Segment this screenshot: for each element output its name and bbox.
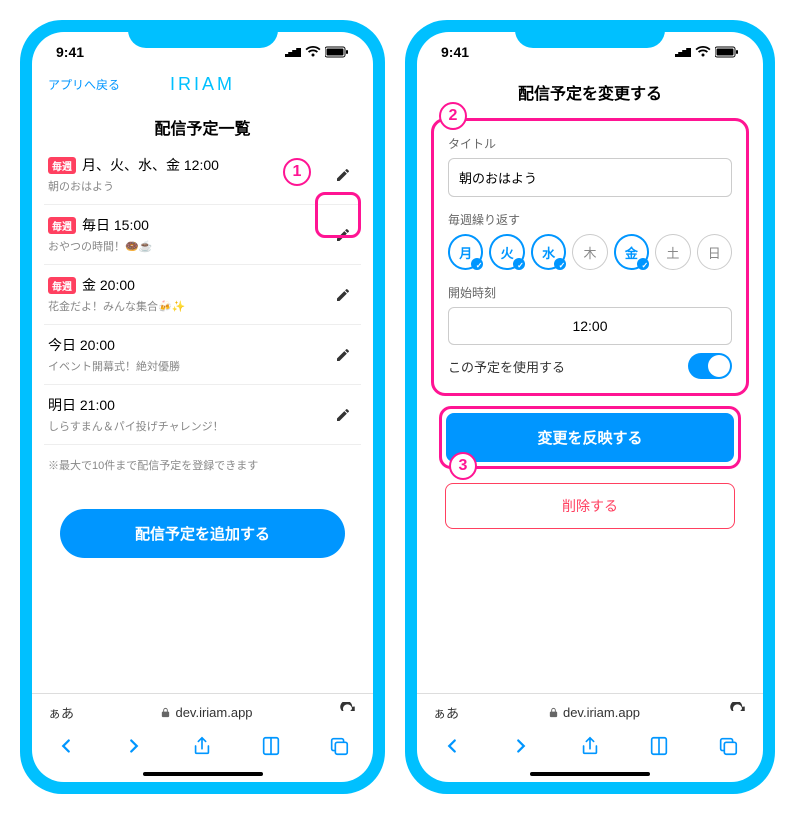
day-fri[interactable]: 金	[614, 234, 649, 270]
item-subtitle: 花金だよ！みんな集合🍻✨	[48, 298, 329, 314]
callout-3: 3	[449, 452, 477, 480]
tabs-icon[interactable]	[717, 735, 739, 762]
brand-logo: IRIAM	[170, 74, 235, 95]
submit-highlight: 変更を反映する	[439, 406, 741, 469]
edit-icon[interactable]	[329, 161, 357, 189]
url-text: dev.iriam.app	[459, 705, 729, 720]
edit-form: タイトル 朝のおはよう 毎週繰り返す 月 火 水 木 金 土 日 開始時刻 12…	[431, 118, 749, 396]
notch	[128, 20, 278, 48]
phone-left: 9:41 アプリへ戻る IRIAM 配信予定一覧 1 毎週 月、火、水、金 12…	[20, 20, 385, 794]
signal-icon	[675, 44, 691, 60]
day-mon[interactable]: 月	[448, 234, 483, 270]
day-selector: 月 火 水 木 金 土 日	[448, 234, 732, 270]
back-icon[interactable]	[441, 735, 463, 762]
list-item[interactable]: 毎週 金 20:00 花金だよ！みんな集合🍻✨	[44, 265, 361, 325]
browser-toolbar	[32, 727, 373, 768]
day-wed[interactable]: 水	[531, 234, 566, 270]
wifi-icon	[305, 46, 321, 58]
delete-button[interactable]: 削除する	[445, 483, 735, 529]
bookmarks-icon[interactable]	[260, 735, 282, 762]
lock-icon	[160, 707, 171, 718]
day-sat[interactable]: 土	[655, 234, 690, 270]
repeat-label: 毎週繰り返す	[448, 211, 732, 228]
back-link[interactable]: アプリへ戻る	[48, 76, 120, 93]
day-tue[interactable]: 火	[489, 234, 524, 270]
battery-icon	[325, 46, 349, 58]
max-note: ※最大で10件まで配信予定を登録できます	[44, 445, 361, 485]
item-subtitle: イベント開幕式！絶対優勝	[48, 358, 329, 374]
reload-icon[interactable]	[729, 702, 747, 723]
back-icon[interactable]	[55, 735, 77, 762]
item-title: 月、火、水、金 12:00	[82, 155, 219, 175]
title-label: タイトル	[448, 135, 732, 152]
home-indicator	[143, 772, 263, 776]
item-title: 明日 21:00	[48, 395, 115, 415]
battery-icon	[715, 46, 739, 58]
start-label: 開始時刻	[448, 284, 732, 301]
forward-icon[interactable]	[510, 735, 532, 762]
status-time: 9:41	[56, 44, 84, 60]
title-input[interactable]: 朝のおはよう	[448, 158, 732, 197]
text-size-icon[interactable]: ぁあ	[433, 703, 459, 722]
list-item[interactable]: 明日 21:00 しらすまん＆パイ投げチャレンジ！	[44, 385, 361, 445]
browser-toolbar	[417, 727, 763, 768]
status-time: 9:41	[441, 44, 469, 60]
day-sun[interactable]: 日	[697, 234, 732, 270]
callout-1: 1	[283, 158, 311, 186]
edit-icon[interactable]	[329, 281, 357, 309]
item-title: 今日 20:00	[48, 335, 115, 355]
share-icon[interactable]	[191, 735, 213, 762]
signal-icon	[285, 44, 301, 60]
browser-url-bar[interactable]: ぁあ dev.iriam.app	[32, 693, 373, 727]
list-item[interactable]: 毎週 月、火、水、金 12:00 朝のおはよう	[44, 145, 361, 205]
use-toggle[interactable]	[688, 353, 732, 379]
lock-icon	[548, 707, 559, 718]
item-subtitle: おやつの時間！🍩☕	[48, 238, 329, 254]
header: アプリへ戻る IRIAM	[32, 64, 373, 105]
edit-icon[interactable]	[329, 401, 357, 429]
weekly-badge: 毎週	[48, 277, 76, 294]
day-thu[interactable]: 木	[572, 234, 607, 270]
list-item[interactable]: 今日 20:00 イベント開幕式！絶対優勝	[44, 325, 361, 385]
callout-2: 2	[439, 102, 467, 130]
page-title: 配信予定を変更する	[417, 64, 763, 112]
page-title: 配信予定一覧	[32, 105, 373, 145]
url-text: dev.iriam.app	[74, 705, 339, 720]
text-size-icon[interactable]: ぁあ	[48, 703, 74, 722]
notch	[515, 20, 665, 48]
tabs-icon[interactable]	[328, 735, 350, 762]
edit-icon[interactable]	[329, 341, 357, 369]
wifi-icon	[695, 46, 711, 58]
callout-1-box	[315, 192, 361, 238]
item-title: 金 20:00	[82, 275, 135, 295]
forward-icon[interactable]	[123, 735, 145, 762]
start-time-input[interactable]: 12:00	[448, 307, 732, 345]
weekly-badge: 毎週	[48, 217, 76, 234]
weekly-badge: 毎週	[48, 157, 76, 174]
list-item[interactable]: 毎週 毎日 15:00 おやつの時間！🍩☕	[44, 205, 361, 265]
item-subtitle: しらすまん＆パイ投げチャレンジ！	[48, 418, 329, 434]
use-toggle-label: この予定を使用する	[448, 357, 565, 376]
bookmarks-icon[interactable]	[648, 735, 670, 762]
phone-right: 9:41 配信予定を変更する 2 タイトル 朝のおはよう 毎週繰り返す 月 火 …	[405, 20, 775, 794]
home-indicator	[530, 772, 650, 776]
add-schedule-button[interactable]: 配信予定を追加する	[60, 509, 345, 558]
submit-button[interactable]: 変更を反映する	[446, 413, 734, 462]
share-icon[interactable]	[579, 735, 601, 762]
browser-url-bar[interactable]: ぁあ dev.iriam.app	[417, 693, 763, 727]
reload-icon[interactable]	[339, 702, 357, 723]
item-title: 毎日 15:00	[82, 215, 149, 235]
